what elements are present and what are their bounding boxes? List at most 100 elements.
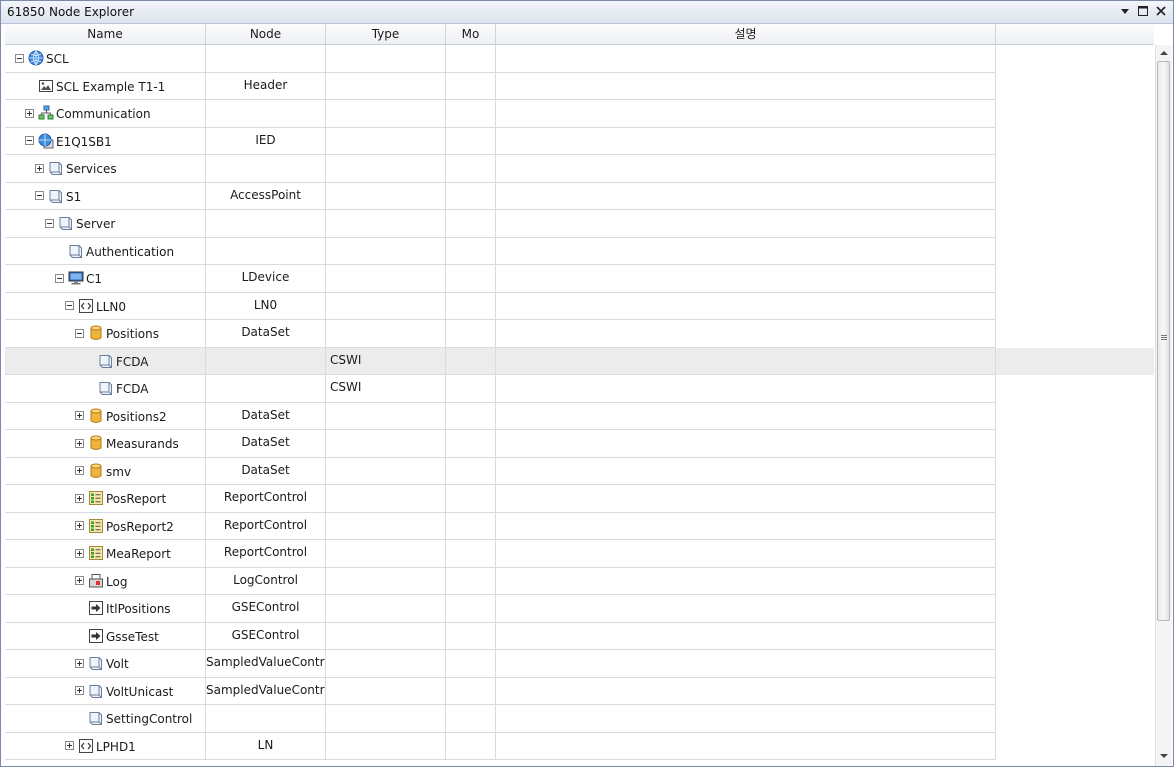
tree-row[interactable]: FCDA CSWI [5, 347, 1154, 375]
description-cell [496, 100, 996, 128]
row-label: SCL Example T1-1 [56, 79, 166, 94]
close-icon[interactable] [1153, 3, 1169, 19]
expand-icon[interactable] [75, 438, 84, 448]
tree-row[interactable]: LPHD1 LN [5, 732, 1154, 760]
tree-row[interactable]: C1 LDevice [5, 265, 1154, 293]
collapse-icon[interactable] [45, 218, 54, 228]
node-cell: LDevice [206, 265, 326, 293]
column-header-mo[interactable]: Mo [446, 24, 496, 44]
row-cells: LLN0 LN0 [5, 292, 996, 320]
expand-icon[interactable] [75, 686, 84, 696]
scrollbar-thumb[interactable] [1157, 61, 1170, 621]
maximize-icon[interactable] [1135, 3, 1151, 19]
collapse-icon[interactable] [55, 273, 64, 283]
node-cell [206, 155, 326, 183]
tree-row[interactable]: GsseTest GSEControl [5, 622, 1154, 650]
tree-row[interactable]: Communication [5, 100, 1154, 128]
row-label: LLN0 [96, 299, 126, 314]
description-cell [496, 567, 996, 595]
name-cell: PosReport2 [5, 512, 206, 540]
node-cell [206, 210, 326, 238]
node-cell: SampledValueContrc [206, 650, 326, 678]
description-cell [496, 155, 996, 183]
node-cell: AccessPoint [206, 182, 326, 210]
tree-row[interactable]: MeaReport ReportControl [5, 540, 1154, 568]
row-label: Authentication [86, 244, 175, 259]
expand-icon[interactable] [75, 658, 84, 668]
expand-icon[interactable] [35, 163, 44, 173]
type-cell [326, 320, 446, 348]
tree-row[interactable]: VoltUnicast SampledValueContrc [5, 677, 1154, 705]
tree-row[interactable]: Positions DataSet [5, 320, 1154, 348]
tree-row[interactable]: Volt SampledValueContrc [5, 650, 1154, 678]
row-cells: FCDA CSWI [5, 375, 996, 403]
node-cell: DataSet [206, 320, 326, 348]
collapse-icon[interactable] [65, 301, 74, 311]
column-header-description[interactable]: 설명 [496, 24, 996, 44]
row-cells: E1Q1SB1 IED [5, 127, 996, 155]
name-cell: VoltUnicast [5, 677, 206, 705]
tree-row[interactable]: SettingControl [5, 705, 1154, 733]
expand-icon[interactable] [75, 548, 84, 558]
description-cell [496, 540, 996, 568]
book-icon [98, 353, 114, 369]
expand-icon[interactable] [65, 741, 74, 751]
name-cell: MeaReport [5, 540, 206, 568]
row-cells: PosReport2 ReportControl [5, 512, 996, 540]
tree-row[interactable]: Positions2 DataSet [5, 402, 1154, 430]
type-cell [326, 155, 446, 183]
name-cell: Positions [5, 320, 206, 348]
tree-row[interactable]: LLN0 LN0 [5, 292, 1154, 320]
expand-icon[interactable] [75, 521, 84, 531]
row-label: Log [106, 574, 128, 589]
tree-row[interactable]: Measurands DataSet [5, 430, 1154, 458]
tree-row[interactable]: S1 AccessPoint [5, 182, 1154, 210]
scroll-up-arrow-icon[interactable] [1159, 48, 1169, 58]
column-header-type[interactable]: Type [326, 24, 446, 44]
description-cell [496, 457, 996, 485]
tree-row[interactable]: Services [5, 155, 1154, 183]
book-icon [88, 683, 104, 699]
expand-icon[interactable] [75, 493, 84, 503]
node-cell [206, 347, 326, 375]
type-cell [326, 127, 446, 155]
expand-icon[interactable] [75, 466, 84, 476]
tree-row[interactable]: Authentication [5, 237, 1154, 265]
tree-row[interactable]: Server [5, 210, 1154, 238]
tree-row[interactable]: PosReport ReportControl [5, 485, 1154, 513]
vertical-scrollbar[interactable] [1155, 45, 1172, 766]
column-header-name[interactable]: Name [5, 24, 206, 44]
network-icon [38, 105, 54, 121]
tree-row[interactable]: PosReport2 ReportControl [5, 512, 1154, 540]
collapse-icon[interactable] [35, 191, 44, 201]
tree-row[interactable]: ItlPositions GSEControl [5, 595, 1154, 623]
mo-cell [446, 155, 496, 183]
collapse-icon[interactable] [15, 53, 24, 63]
row-cells: SettingControl [5, 705, 996, 733]
row-label: S1 [66, 189, 82, 204]
expand-icon[interactable] [25, 108, 34, 118]
row-label: Positions2 [106, 409, 167, 424]
dropdown-arrow-icon[interactable] [1117, 3, 1133, 19]
tree-row[interactable]: FCDA CSWI [5, 375, 1154, 403]
expand-icon[interactable] [75, 576, 84, 586]
name-cell: SCL Example T1-1 [5, 72, 206, 100]
tree-row[interactable]: SCL [5, 45, 1154, 73]
name-cell: FCDA [5, 375, 206, 403]
book-icon [58, 215, 74, 231]
column-header-node[interactable]: Node [206, 24, 326, 44]
type-cell [326, 430, 446, 458]
tree-row[interactable]: SCL Example T1-1 Header [5, 72, 1154, 100]
collapse-icon[interactable] [75, 328, 84, 338]
ied-globe-icon [38, 133, 54, 149]
expand-icon[interactable] [75, 411, 84, 421]
tree-row[interactable]: Log LogControl [5, 567, 1154, 595]
tree-row[interactable]: E1Q1SB1 IED [5, 127, 1154, 155]
tree-row[interactable]: smv DataSet [5, 457, 1154, 485]
mo-cell [446, 45, 496, 73]
scroll-down-arrow-icon[interactable] [1159, 751, 1169, 761]
description-cell [496, 732, 996, 760]
code-icon [78, 298, 94, 314]
node-explorer-window: 61850 Node Explorer Name Node Type Mo 설명… [0, 0, 1174, 767]
collapse-icon[interactable] [25, 136, 34, 146]
